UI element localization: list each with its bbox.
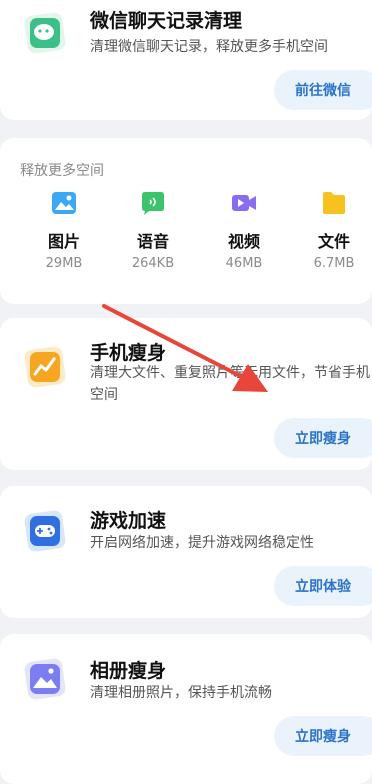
free-space-card: 释放更多空间 图片 29MB 语音 264KB 视频 46MB 文件 6.7MB	[0, 138, 372, 304]
media-size: 46MB	[225, 256, 263, 271]
media-item-images[interactable]: 图片 29MB	[29, 190, 99, 271]
gamepad-icon	[24, 510, 66, 552]
phone-slim-card[interactable]: 手机瘦身 清理大文件、重复照片等无用文件，节省手机空间 立即瘦身	[0, 318, 372, 470]
card-title: 微信聊天记录清理	[90, 10, 243, 32]
try-now-button[interactable]: 立即体验	[274, 566, 372, 606]
media-label: 语音	[136, 232, 169, 251]
media-label: 图片	[47, 232, 80, 251]
media-label: 文件	[317, 232, 350, 251]
card-title: 相册瘦身	[90, 660, 167, 682]
card-title: 手机瘦身	[90, 342, 167, 364]
media-size: 264KB	[131, 256, 175, 271]
media-size: 6.7MB	[313, 256, 355, 271]
folder-icon	[323, 192, 345, 214]
card-description: 清理微信聊天记录，释放更多手机空间	[90, 39, 328, 55]
image-icon	[52, 192, 76, 214]
photo-album-icon	[24, 658, 66, 700]
media-item-files[interactable]: 文件 6.7MB	[299, 190, 369, 271]
slim-now-button[interactable]: 立即瘦身	[274, 418, 372, 458]
media-item-voice[interactable]: 语音 264KB	[118, 190, 188, 271]
media-label: 视频	[227, 232, 260, 251]
section-title: 释放更多空间	[20, 163, 104, 179]
card-title: 游戏加速	[90, 510, 167, 532]
wechat-cleanup-card[interactable]: 微信聊天记录清理 清理微信聊天记录，释放更多手机空间 前往微信	[0, 0, 372, 120]
album-slim-card[interactable]: 相册瘦身 清理相册照片，保持手机流畅 立即瘦身	[0, 634, 372, 784]
card-description: 清理相册照片，保持手机流畅	[90, 685, 272, 701]
watermark-logo	[256, 714, 366, 754]
game-boost-card[interactable]: 游戏加速 开启网络加速，提升游戏网络稳定性 立即体验	[0, 486, 372, 618]
media-item-video[interactable]: 视频 46MB	[209, 190, 279, 271]
video-icon	[232, 195, 256, 211]
media-size: 29MB	[45, 256, 83, 271]
card-description: 开启网络加速，提升游戏网络稳定性	[90, 535, 314, 551]
chat-bubble-icon	[24, 12, 66, 54]
card-description: 清理大文件、重复照片等无用文件，节省手机空间	[90, 365, 370, 403]
voice-icon	[142, 192, 164, 215]
go-to-wechat-button[interactable]: 前往微信	[274, 70, 372, 110]
slim-chart-icon	[24, 346, 66, 388]
